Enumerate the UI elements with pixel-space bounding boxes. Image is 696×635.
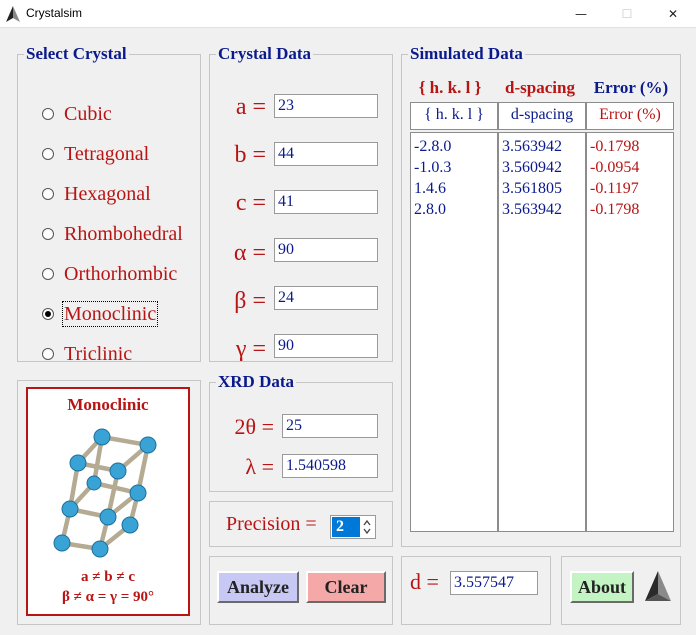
radio-button-icon[interactable] bbox=[42, 148, 54, 160]
d-spacing-list[interactable]: 3.563942 3.560942 3.561805 3.563942 bbox=[498, 132, 586, 532]
preview-constraint-lengths: a ≠ b ≠ c bbox=[81, 569, 135, 585]
radio-button-icon[interactable] bbox=[42, 188, 54, 200]
radio-tetragonal[interactable]: Tetragonal bbox=[42, 141, 150, 167]
precision-panel: Precision = 2 bbox=[209, 501, 393, 547]
xrd-data-group: XRD Data 2θ = 25 λ = 1.540598 bbox=[209, 372, 393, 492]
param-alpha-label: α = bbox=[233, 240, 266, 266]
radio-button-icon[interactable] bbox=[42, 348, 54, 360]
minimize-button[interactable]: — bbox=[558, 0, 604, 28]
radio-label-monoclinic: Monoclinic bbox=[61, 301, 159, 327]
list-item: -0.1197 bbox=[590, 180, 639, 197]
param-b-input[interactable]: 44 bbox=[274, 142, 378, 166]
simulated-data-legend: Simulated Data bbox=[410, 44, 523, 63]
close-button[interactable]: ✕ bbox=[650, 0, 696, 28]
list-item: 3.561805 bbox=[502, 180, 562, 197]
header-d-spacing: d-spacing bbox=[505, 78, 575, 97]
param-gamma-label: γ = bbox=[235, 336, 266, 362]
radio-button-checked-icon[interactable] bbox=[42, 308, 54, 320]
app-logo-icon bbox=[6, 6, 20, 22]
d-output-panel: d = 3.557547 bbox=[401, 556, 551, 625]
analyze-button[interactable]: Analyze bbox=[217, 571, 299, 603]
error-list[interactable]: -0.1798 -0.0954 -0.1197 -0.1798 bbox=[586, 132, 674, 532]
action-panel: Analyze Clear bbox=[209, 556, 393, 625]
header-error: Error (%) bbox=[593, 78, 669, 97]
radio-rhombohedral[interactable]: Rhombohedral bbox=[42, 221, 184, 247]
d-output-field[interactable]: 3.557547 bbox=[450, 571, 538, 595]
param-beta-input[interactable]: 24 bbox=[274, 286, 378, 310]
column-header-error: Error (%) bbox=[586, 102, 674, 130]
simulated-data-group: Simulated Data { h. k. l } d-spacing Err… bbox=[401, 44, 681, 547]
preview-title: Monoclinic bbox=[67, 395, 149, 414]
precision-spinner[interactable]: 2 bbox=[330, 515, 376, 539]
radio-button-icon[interactable] bbox=[42, 108, 54, 120]
precision-value[interactable]: 2 bbox=[332, 517, 360, 537]
monoclinic-lattice-icon bbox=[53, 428, 157, 558]
crystal-preview-panel: Monoclinic a ≠ b ≠ c β ≠ α = γ = 90° bbox=[17, 380, 201, 625]
radio-label-orthorhombic: Orthorhombic bbox=[64, 263, 178, 285]
param-c-input[interactable]: 41 bbox=[274, 190, 378, 214]
window-title: Crystalsim bbox=[26, 6, 82, 20]
maximize-button[interactable]: ☐ bbox=[604, 0, 650, 28]
list-item: -0.0954 bbox=[590, 159, 640, 176]
param-gamma-input[interactable]: 90 bbox=[274, 334, 378, 358]
clear-button[interactable]: Clear bbox=[306, 571, 386, 603]
lambda-input[interactable]: 1.540598 bbox=[282, 454, 378, 478]
radio-label-rhombohedral: Rhombohedral bbox=[64, 223, 183, 245]
about-button[interactable]: About bbox=[570, 571, 634, 603]
list-item: -0.1798 bbox=[590, 138, 640, 155]
select-crystal-group: Select Crystal Cubic Tetragonal Hexagona… bbox=[17, 44, 201, 365]
list-item: 3.560942 bbox=[502, 159, 562, 176]
hkl-list[interactable]: -2.8.0 -1.0.3 1.4.6 2.8.0 bbox=[410, 132, 498, 532]
param-c-label: c = bbox=[235, 190, 266, 216]
lambda-label: λ = bbox=[245, 454, 274, 479]
crystal-data-legend: Crystal Data bbox=[218, 44, 312, 63]
preview-constraint-angles: β ≠ α = γ = 90° bbox=[61, 589, 155, 605]
crystal-preview-card: Monoclinic a ≠ b ≠ c β ≠ α = γ = 90° bbox=[26, 387, 190, 616]
param-a-input[interactable]: 23 bbox=[274, 94, 378, 118]
list-item: 2.8.0 bbox=[414, 201, 446, 218]
subheader-hkl: { h. k. l } bbox=[424, 106, 484, 123]
radio-label-triclinic: Triclinic bbox=[64, 343, 133, 365]
crystal-data-group: Crystal Data a = 23 b = 44 c = 41 α = 90… bbox=[209, 44, 393, 362]
radio-hexagonal[interactable]: Hexagonal bbox=[42, 181, 152, 207]
two-theta-input[interactable]: 25 bbox=[282, 414, 378, 438]
subheader-error: Error (%) bbox=[599, 106, 661, 123]
radio-label-tetragonal: Tetragonal bbox=[64, 143, 150, 165]
header-hkl: { h. k. l } bbox=[418, 78, 482, 97]
list-item: -2.8.0 bbox=[414, 138, 452, 155]
radio-button-icon[interactable] bbox=[42, 228, 54, 240]
radio-orthorhombic[interactable]: Orthorhombic bbox=[42, 261, 178, 287]
param-b-label: b = bbox=[234, 142, 266, 168]
column-header-d-spacing: d-spacing bbox=[498, 102, 586, 130]
xrd-data-legend: XRD Data bbox=[218, 372, 295, 391]
param-beta-label: β = bbox=[234, 288, 266, 314]
radio-button-icon[interactable] bbox=[42, 268, 54, 280]
subheader-d-spacing: d-spacing bbox=[510, 106, 574, 123]
radio-cubic[interactable]: Cubic bbox=[42, 101, 113, 127]
param-alpha-input[interactable]: 90 bbox=[274, 238, 378, 262]
radio-label-cubic: Cubic bbox=[64, 103, 112, 125]
list-item: -0.1798 bbox=[590, 201, 640, 218]
d-output-label: d = bbox=[410, 569, 439, 594]
list-item: 3.563942 bbox=[502, 201, 562, 218]
radio-label-hexagonal: Hexagonal bbox=[64, 183, 151, 205]
about-panel: About bbox=[561, 556, 681, 625]
radio-triclinic[interactable]: Triclinic bbox=[42, 341, 133, 367]
app-logo-icon bbox=[645, 571, 671, 601]
title-bar: Crystalsim — ☐ ✕ bbox=[0, 0, 696, 28]
list-item: 3.563942 bbox=[502, 138, 562, 155]
column-header-hkl: { h. k. l } bbox=[410, 102, 498, 130]
radio-monoclinic[interactable]: Monoclinic bbox=[42, 301, 159, 327]
select-crystal-legend: Select Crystal bbox=[26, 44, 127, 63]
two-theta-label: 2θ = bbox=[234, 414, 274, 439]
list-item: -1.0.3 bbox=[414, 159, 452, 176]
precision-label: Precision = bbox=[226, 513, 317, 535]
spinner-arrows-icon[interactable] bbox=[362, 518, 372, 536]
list-item: 1.4.6 bbox=[414, 180, 446, 197]
param-a-label: a = bbox=[235, 94, 266, 120]
